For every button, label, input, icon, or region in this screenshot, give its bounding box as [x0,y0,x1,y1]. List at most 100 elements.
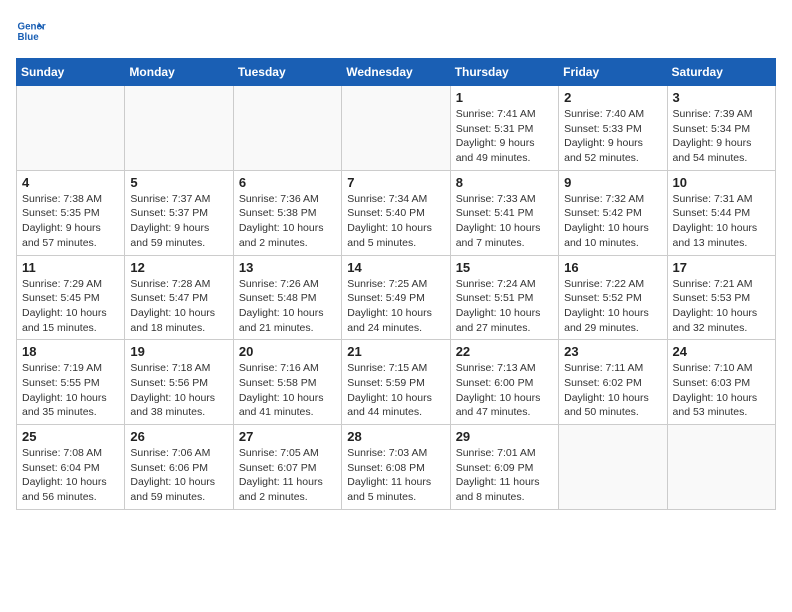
calendar: SundayMondayTuesdayWednesdayThursdayFrid… [16,58,776,510]
calendar-cell: 10Sunrise: 7:31 AM Sunset: 5:44 PM Dayli… [667,170,775,255]
weekday-header-tuesday: Tuesday [233,59,341,86]
calendar-week-4: 18 Sunrise: 7:19 AM Sunset: 5:55 PM Dayli… [17,340,776,425]
calendar-cell [17,86,125,171]
day-info: Sunrise: 7:21 AM Sunset: 5:53 PM Dayligh… [673,277,770,336]
weekday-header-thursday: Thursday [450,59,558,86]
calendar-cell: 20 Sunrise: 7:16 AM Sunset: 5:58 PM Dayli… [233,340,341,425]
weekday-header-sunday: Sunday [17,59,125,86]
calendar-cell: 3 Sunrise: 7:39 AM Sunset: 5:34 PM Daylig… [667,86,775,171]
day-number: 3 [673,90,770,105]
day-number: 23 [564,344,661,359]
day-number: 20 [239,344,336,359]
day-info: Sunrise: 7:18 AM Sunset: 5:56 PM Dayligh… [130,361,227,420]
day-number: 22 [456,344,553,359]
logo: General Blue [16,16,50,46]
day-info: Sunrise: 7:41 AM Sunset: 5:31 PM Dayligh… [456,107,553,166]
calendar-cell: 13 Sunrise: 7:26 AM Sunset: 5:48 PM Dayli… [233,255,341,340]
day-number: 1 [456,90,553,105]
calendar-cell [559,425,667,510]
day-number: 17 [673,260,770,275]
day-info: Sunrise: 7:32 AM Sunset: 5:42 PM Dayligh… [564,192,661,251]
calendar-cell: 19 Sunrise: 7:18 AM Sunset: 5:56 PM Dayli… [125,340,233,425]
day-number: 29 [456,429,553,444]
day-number: 27 [239,429,336,444]
day-number: 16 [564,260,661,275]
day-info: Sunrise: 7:19 AM Sunset: 5:55 PM Dayligh… [22,361,119,420]
calendar-cell: 12 Sunrise: 7:28 AM Sunset: 5:47 PM Dayli… [125,255,233,340]
weekday-header-monday: Monday [125,59,233,86]
calendar-cell: 16 Sunrise: 7:22 AM Sunset: 5:52 PM Dayli… [559,255,667,340]
calendar-cell [233,86,341,171]
calendar-cell: 6 Sunrise: 7:36 AM Sunset: 5:38 PM Daylig… [233,170,341,255]
day-number: 5 [130,175,227,190]
day-info: Sunrise: 7:01 AM Sunset: 6:09 PM Dayligh… [456,446,553,505]
day-info: Sunrise: 7:10 AM Sunset: 6:03 PM Dayligh… [673,361,770,420]
day-info: Sunrise: 7:33 AM Sunset: 5:41 PM Dayligh… [456,192,553,251]
day-number: 28 [347,429,444,444]
calendar-cell: 9 Sunrise: 7:32 AM Sunset: 5:42 PM Daylig… [559,170,667,255]
day-number: 11 [22,260,119,275]
calendar-cell: 1 Sunrise: 7:41 AM Sunset: 5:31 PM Daylig… [450,86,558,171]
calendar-cell [342,86,450,171]
calendar-cell: 22 Sunrise: 7:13 AM Sunset: 6:00 PM Dayli… [450,340,558,425]
day-info: Sunrise: 7:03 AM Sunset: 6:08 PM Dayligh… [347,446,444,505]
day-info: Sunrise: 7:16 AM Sunset: 5:58 PM Dayligh… [239,361,336,420]
calendar-cell: 8 Sunrise: 7:33 AM Sunset: 5:41 PM Daylig… [450,170,558,255]
calendar-cell: 27 Sunrise: 7:05 AM Sunset: 6:07 PM Dayli… [233,425,341,510]
day-number: 19 [130,344,227,359]
calendar-cell: 11Sunrise: 7:29 AM Sunset: 5:45 PM Dayli… [17,255,125,340]
calendar-cell: 5Sunrise: 7:37 AM Sunset: 5:37 PM Daylig… [125,170,233,255]
day-info: Sunrise: 7:28 AM Sunset: 5:47 PM Dayligh… [130,277,227,336]
calendar-cell [667,425,775,510]
calendar-cell: 7 Sunrise: 7:34 AM Sunset: 5:40 PM Daylig… [342,170,450,255]
day-info: Sunrise: 7:38 AM Sunset: 5:35 PM Dayligh… [22,192,119,251]
day-info: Sunrise: 7:26 AM Sunset: 5:48 PM Dayligh… [239,277,336,336]
day-number: 8 [456,175,553,190]
day-number: 9 [564,175,661,190]
calendar-cell: 18 Sunrise: 7:19 AM Sunset: 5:55 PM Dayli… [17,340,125,425]
day-number: 7 [347,175,444,190]
calendar-week-3: 11Sunrise: 7:29 AM Sunset: 5:45 PM Dayli… [17,255,776,340]
day-info: Sunrise: 7:25 AM Sunset: 5:49 PM Dayligh… [347,277,444,336]
weekday-header-saturday: Saturday [667,59,775,86]
weekday-header-row: SundayMondayTuesdayWednesdayThursdayFrid… [17,59,776,86]
calendar-cell: 14 Sunrise: 7:25 AM Sunset: 5:49 PM Dayli… [342,255,450,340]
weekday-header-wednesday: Wednesday [342,59,450,86]
page-header: General Blue [16,16,776,46]
day-info: Sunrise: 7:24 AM Sunset: 5:51 PM Dayligh… [456,277,553,336]
day-info: Sunrise: 7:05 AM Sunset: 6:07 PM Dayligh… [239,446,336,505]
day-number: 12 [130,260,227,275]
day-info: Sunrise: 7:34 AM Sunset: 5:40 PM Dayligh… [347,192,444,251]
day-number: 21 [347,344,444,359]
day-number: 15 [456,260,553,275]
day-number: 26 [130,429,227,444]
day-info: Sunrise: 7:11 AM Sunset: 6:02 PM Dayligh… [564,361,661,420]
calendar-cell: 17 Sunrise: 7:21 AM Sunset: 5:53 PM Dayli… [667,255,775,340]
day-info: Sunrise: 7:36 AM Sunset: 5:38 PM Dayligh… [239,192,336,251]
day-number: 18 [22,344,119,359]
day-number: 25 [22,429,119,444]
day-info: Sunrise: 7:22 AM Sunset: 5:52 PM Dayligh… [564,277,661,336]
calendar-cell: 23 Sunrise: 7:11 AM Sunset: 6:02 PM Dayli… [559,340,667,425]
calendar-cell [125,86,233,171]
calendar-cell: 29 Sunrise: 7:01 AM Sunset: 6:09 PM Dayli… [450,425,558,510]
day-info: Sunrise: 7:06 AM Sunset: 6:06 PM Dayligh… [130,446,227,505]
day-number: 6 [239,175,336,190]
day-info: Sunrise: 7:08 AM Sunset: 6:04 PM Dayligh… [22,446,119,505]
calendar-cell: 21Sunrise: 7:15 AM Sunset: 5:59 PM Dayli… [342,340,450,425]
day-number: 14 [347,260,444,275]
day-number: 10 [673,175,770,190]
calendar-cell: 25 Sunrise: 7:08 AM Sunset: 6:04 PM Dayli… [17,425,125,510]
logo-icon: General Blue [16,16,46,46]
day-number: 24 [673,344,770,359]
calendar-week-1: 1 Sunrise: 7:41 AM Sunset: 5:31 PM Daylig… [17,86,776,171]
calendar-cell: 15 Sunrise: 7:24 AM Sunset: 5:51 PM Dayli… [450,255,558,340]
day-info: Sunrise: 7:13 AM Sunset: 6:00 PM Dayligh… [456,361,553,420]
calendar-cell: 24 Sunrise: 7:10 AM Sunset: 6:03 PM Dayli… [667,340,775,425]
day-number: 13 [239,260,336,275]
calendar-cell: 28 Sunrise: 7:03 AM Sunset: 6:08 PM Dayli… [342,425,450,510]
svg-text:Blue: Blue [18,32,40,43]
calendar-cell: 26 Sunrise: 7:06 AM Sunset: 6:06 PM Dayli… [125,425,233,510]
day-info: Sunrise: 7:40 AM Sunset: 5:33 PM Dayligh… [564,107,661,166]
day-info: Sunrise: 7:39 AM Sunset: 5:34 PM Dayligh… [673,107,770,166]
